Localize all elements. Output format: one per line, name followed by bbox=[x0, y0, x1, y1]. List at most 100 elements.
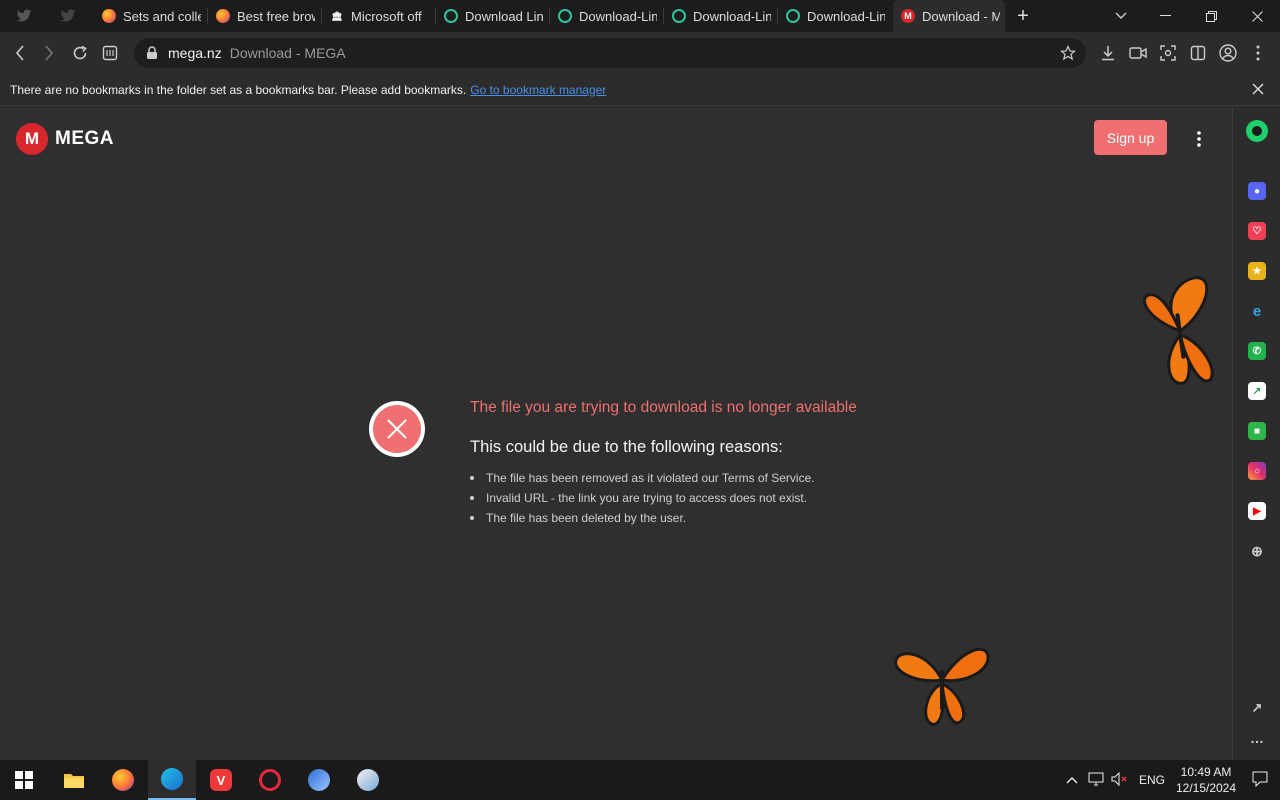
tab-strip: Sets and colle Best free brow 🏛 Microsof… bbox=[0, 0, 1280, 32]
firefox-icon bbox=[102, 9, 116, 23]
tab-microsoft-off[interactable]: 🏛 Microsoft off bbox=[322, 0, 436, 32]
mega-logo[interactable]: M MEGA bbox=[16, 123, 114, 155]
twitter-icon bbox=[60, 9, 76, 22]
whatsapp-icon[interactable]: ✆ bbox=[1248, 342, 1266, 360]
bank-icon: 🏛 bbox=[331, 10, 343, 21]
tab-label: Best free brow bbox=[237, 8, 315, 24]
download-icon[interactable] bbox=[1094, 39, 1122, 67]
chevron-up-icon[interactable] bbox=[1060, 773, 1084, 787]
tab-twitter-1[interactable] bbox=[8, 0, 52, 32]
butterfly-image bbox=[1143, 276, 1214, 385]
language-indicator[interactable]: ENG bbox=[1132, 773, 1172, 787]
system-tray: ENG 10:49 AM 12/15/2024 bbox=[1060, 760, 1280, 800]
reader-mode-icon[interactable] bbox=[96, 39, 124, 67]
close-window-icon[interactable] bbox=[1234, 0, 1280, 32]
error-icon bbox=[369, 401, 425, 457]
reload-icon[interactable] bbox=[66, 39, 94, 67]
tab-label: Download-Lin bbox=[579, 8, 657, 24]
ring-icon bbox=[786, 9, 800, 23]
add-sidebar-app-icon[interactable]: ⊕ bbox=[1248, 542, 1266, 560]
app-icon-blue[interactable] bbox=[295, 760, 343, 800]
add-favorite-icon[interactable] bbox=[1060, 45, 1076, 61]
tab-label: Download-Lin bbox=[807, 8, 885, 24]
youtube-icon[interactable]: ▶ bbox=[1248, 502, 1266, 520]
tab-download-mega[interactable]: M Download - M bbox=[893, 0, 1005, 32]
pocket-icon[interactable]: ♡ bbox=[1248, 222, 1266, 240]
reasons-heading: This could be due to the following reaso… bbox=[470, 438, 783, 456]
video-icon[interactable] bbox=[1124, 39, 1152, 67]
discord-icon[interactable]: ● bbox=[1248, 182, 1266, 200]
list-item: Invalid URL - the link you are trying to… bbox=[470, 491, 815, 511]
tab-download-lin-3[interactable]: Download-Lin bbox=[664, 0, 778, 32]
tab-search-icon[interactable] bbox=[1098, 0, 1144, 32]
lock-icon bbox=[147, 46, 157, 59]
address-bar[interactable]: mega.nz Download - MEGA bbox=[134, 38, 1086, 68]
ring-icon bbox=[672, 9, 686, 23]
url-title: Download - MEGA bbox=[229, 45, 346, 61]
windows-start-icon[interactable] bbox=[0, 760, 48, 800]
mega-logo-text: MEGA bbox=[55, 128, 114, 149]
forward-icon[interactable] bbox=[35, 39, 63, 67]
sign-up-button[interactable]: Sign up bbox=[1094, 120, 1167, 155]
network-icon[interactable] bbox=[1084, 772, 1108, 789]
file-explorer-icon[interactable] bbox=[50, 760, 98, 800]
butterfly-image bbox=[894, 647, 990, 726]
mega-logo-badge: M bbox=[16, 123, 48, 155]
profile-icon[interactable] bbox=[1214, 39, 1242, 67]
edge-icon[interactable]: e bbox=[1248, 302, 1266, 320]
tab-label: Microsoft off bbox=[351, 8, 422, 24]
opera-gx-icon[interactable] bbox=[246, 760, 294, 800]
tab-sets-and-colle[interactable]: Sets and colle bbox=[94, 0, 208, 32]
mega-icon: M bbox=[901, 9, 915, 23]
clock[interactable]: 10:49 AM 12/15/2024 bbox=[1172, 764, 1240, 796]
chat-icon[interactable]: ■ bbox=[1248, 422, 1266, 440]
url-host: mega.nz bbox=[168, 45, 222, 61]
tab-download-lin-4[interactable]: Download-Lin bbox=[778, 0, 892, 32]
list-item: The file has been removed as it violated… bbox=[470, 471, 815, 491]
notifications-icon[interactable] bbox=[1240, 771, 1280, 790]
tab-label: Sets and colle bbox=[123, 8, 201, 24]
error-title: The file you are trying to download is n… bbox=[470, 399, 857, 416]
navigation-bar: mega.nz Download - MEGA bbox=[0, 32, 1280, 74]
new-tab-button[interactable]: + bbox=[1010, 0, 1036, 32]
browser-app-icon[interactable] bbox=[148, 760, 196, 800]
sidebar-ring-icon[interactable] bbox=[1246, 120, 1268, 142]
tab-download-lin-1[interactable]: Download Lin bbox=[436, 0, 550, 32]
instagram-icon[interactable]: ○ bbox=[1248, 462, 1266, 480]
tab-label: Download-Lin bbox=[693, 8, 771, 24]
bookmarks-bar: There are no bookmarks in the folder set… bbox=[0, 74, 1280, 106]
close-bookmarks-bar-icon[interactable] bbox=[1252, 83, 1266, 97]
tab-label: Download Lin bbox=[465, 8, 543, 24]
sidebar-more-icon[interactable]: … bbox=[1248, 729, 1266, 747]
twitter-icon bbox=[16, 9, 32, 22]
firefox-icon[interactable] bbox=[99, 760, 147, 800]
taskbar: V ENG 10:49 AM 12/15/2024 bbox=[0, 760, 1280, 800]
page-content: M MEGA Sign up The file you are trying t… bbox=[0, 107, 1232, 760]
tab-download-lin-2[interactable]: Download-Lin bbox=[550, 0, 664, 32]
ring-icon bbox=[558, 9, 572, 23]
restore-icon[interactable] bbox=[1188, 0, 1234, 32]
volume-muted-icon[interactable] bbox=[1108, 771, 1132, 789]
ring-icon bbox=[444, 9, 458, 23]
menu-icon[interactable] bbox=[1188, 125, 1210, 153]
back-icon[interactable] bbox=[6, 39, 34, 67]
reasons-list: The file has been removed as it violated… bbox=[470, 471, 815, 531]
minimize-icon[interactable] bbox=[1142, 0, 1188, 32]
clock-time: 10:49 AM bbox=[1180, 765, 1232, 779]
vivaldi-icon[interactable]: V bbox=[197, 760, 245, 800]
list-item: The file has been deleted by the user. bbox=[470, 511, 815, 531]
browser-sidebar: ● ♡ ★ e ✆ ↗ ■ ○ ▶ ⊕ ↗ … bbox=[1232, 107, 1280, 760]
paint-icon[interactable] bbox=[344, 760, 392, 800]
more-options-icon[interactable] bbox=[1244, 39, 1272, 67]
bookmarks-bar-message: There are no bookmarks in the folder set… bbox=[10, 82, 467, 97]
clock-date: 12/15/2024 bbox=[1175, 781, 1237, 795]
tab-twitter-2[interactable] bbox=[52, 0, 92, 32]
firefox-icon bbox=[216, 9, 230, 23]
open-external-icon[interactable]: ↗ bbox=[1248, 699, 1266, 717]
tab-best-free-brow[interactable]: Best free brow bbox=[208, 0, 322, 32]
screenshot-icon[interactable] bbox=[1154, 39, 1182, 67]
favorites-icon[interactable]: ★ bbox=[1248, 262, 1266, 280]
bookmark-manager-link[interactable]: Go to bookmark manager bbox=[470, 83, 606, 97]
stocks-icon[interactable]: ↗ bbox=[1248, 382, 1266, 400]
split-screen-icon[interactable] bbox=[1184, 39, 1212, 67]
